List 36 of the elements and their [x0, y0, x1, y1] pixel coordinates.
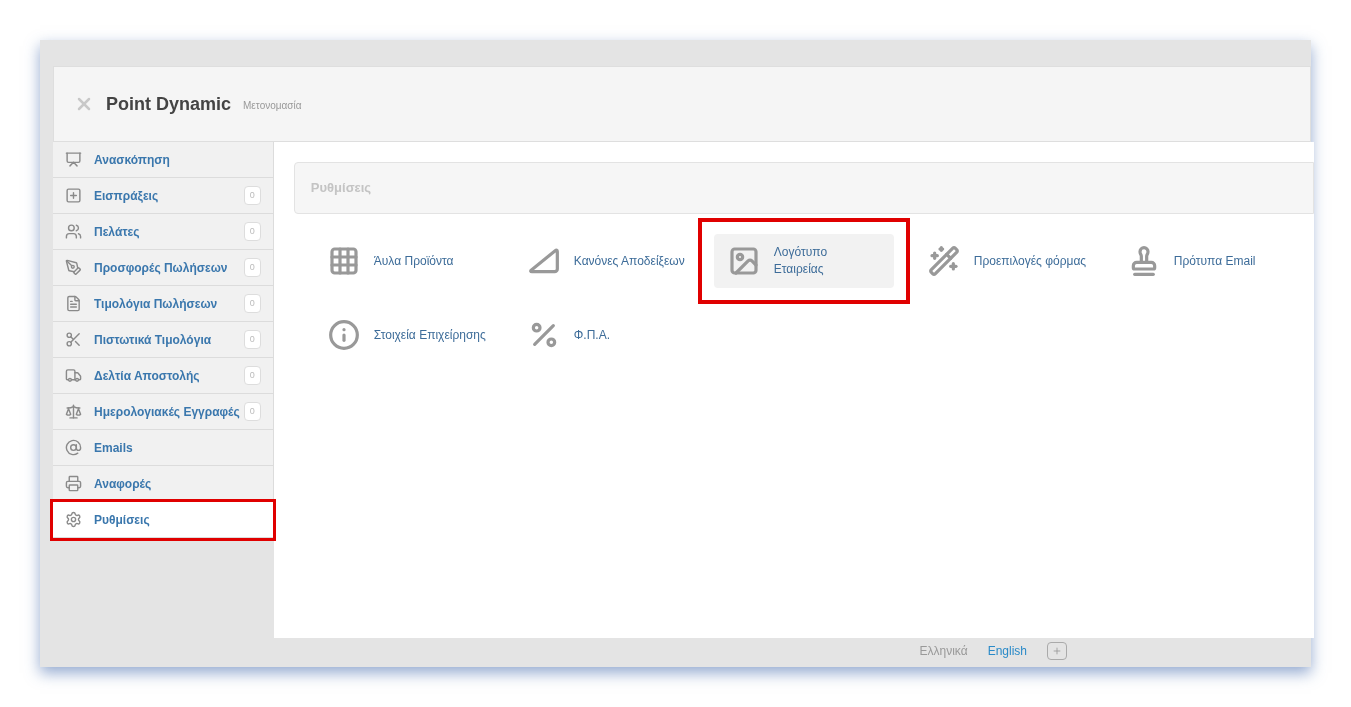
settings-tile[interactable]: Στοιχεία Επιχείρησης [313, 308, 514, 362]
count-badge: 0 [243, 329, 261, 350]
plus-icon [1052, 646, 1062, 656]
magic-wand-icon [927, 245, 960, 277]
at-sign-icon [65, 439, 82, 456]
count-badge: 0 [243, 365, 261, 386]
count-badge: 0 [243, 185, 261, 206]
language-link[interactable]: Ελληνικά [919, 642, 968, 660]
people-icon [65, 223, 82, 240]
count-badge: 0 [243, 221, 261, 242]
truck-icon [65, 367, 82, 384]
settings-icon [65, 511, 82, 528]
printer-icon [65, 475, 82, 492]
rename-link[interactable]: Μετονομασία [243, 98, 302, 113]
count-badge: 0 [243, 293, 261, 314]
settings-tile[interactable]: Φ.Π.Α. [513, 308, 714, 362]
document-icon [65, 295, 82, 312]
plus-square-icon [65, 187, 82, 204]
image-icon [727, 245, 760, 277]
scissors-icon [65, 331, 82, 348]
settings-tile[interactable]: Προεπιλογές φόρμας [913, 234, 1114, 288]
grid-icon [327, 245, 360, 277]
settings-tile[interactable]: Λογότυπο Εταιρείας [713, 234, 894, 288]
sidebar-item[interactable]: Ρυθμίσεις [53, 502, 273, 538]
settings-tile[interactable]: Πρότυπα Email [1113, 234, 1314, 288]
presentation-icon [65, 151, 82, 168]
pen-tool-icon [65, 259, 82, 276]
language-link[interactable]: English [987, 642, 1027, 660]
info-icon [327, 319, 360, 351]
count-badge: 0 [243, 257, 261, 278]
add-language-button[interactable] [1047, 642, 1067, 660]
settings-tile[interactable]: Άυλα Προϊόντα [313, 234, 514, 288]
scale-icon [65, 403, 82, 420]
settings-tile[interactable]: Κανόνες Αποδείξεων [513, 234, 714, 288]
count-badge: 0 [243, 401, 261, 422]
company-title: Point Dynamic [106, 92, 232, 116]
